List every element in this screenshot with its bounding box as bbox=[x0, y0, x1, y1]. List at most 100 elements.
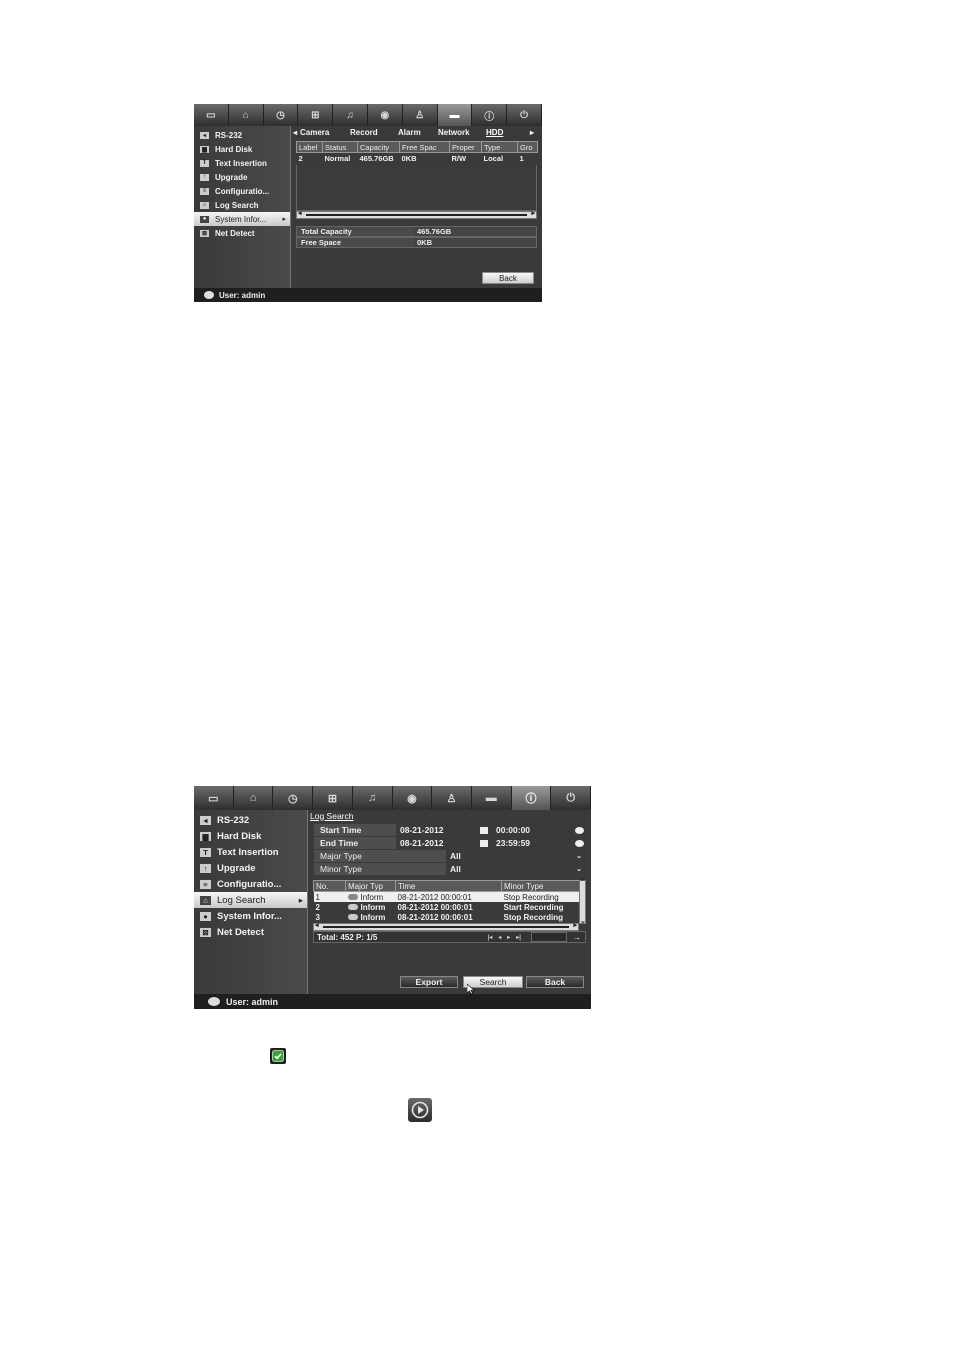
last-page-icon[interactable]: ▸| bbox=[516, 934, 521, 941]
info-icon bbox=[347, 914, 358, 921]
calendar-icon[interactable] bbox=[480, 826, 488, 834]
clock-icon[interactable] bbox=[575, 839, 584, 847]
end-date-field[interactable]: 08-21-2012 bbox=[396, 837, 492, 849]
info-icon[interactable]: ⓘ bbox=[511, 786, 552, 810]
minor-type-row: Minor Type All ⌄ bbox=[314, 863, 586, 875]
back-button[interactable]: Back bbox=[482, 272, 534, 284]
sidebar-item-label: Text Insertion bbox=[215, 158, 267, 168]
tab-scroll-right-icon[interactable]: ▸ bbox=[530, 128, 534, 137]
column-header[interactable]: Time bbox=[395, 880, 502, 892]
column-header[interactable]: Type bbox=[481, 141, 518, 153]
back-button[interactable]: Back bbox=[526, 976, 584, 988]
sidebar-item-net-detect[interactable]: ⊠ Net Detect bbox=[194, 924, 307, 940]
chevron-down-icon[interactable]: ⌄ bbox=[576, 865, 582, 873]
first-page-icon[interactable]: |◂ bbox=[488, 934, 493, 941]
sidebar-item-hard-disk[interactable]: ▆ Hard Disk bbox=[194, 828, 307, 844]
start-date-value: 08-21-2012 bbox=[400, 825, 444, 835]
camera-icon[interactable]: ⌂ bbox=[229, 104, 264, 126]
tab-alarm[interactable]: Alarm bbox=[398, 128, 438, 137]
clock-icon[interactable] bbox=[575, 826, 584, 834]
network-icon[interactable]: ⊞ bbox=[298, 104, 334, 126]
sidebar-item-log-search[interactable]: ⌂ Log Search ▸ bbox=[194, 892, 307, 908]
sidebar-item-configuratio[interactable]: ≡ Configuratio... bbox=[194, 184, 290, 198]
table-cell: Stop Recording bbox=[503, 912, 564, 922]
user-icon[interactable]: ♙ bbox=[403, 104, 438, 126]
calendar-icon[interactable] bbox=[480, 839, 488, 847]
alarm-icon[interactable]: ♫ bbox=[353, 786, 393, 810]
sidebar-item-rs-232[interactable]: ◂ RS-232 bbox=[194, 812, 307, 828]
column-header[interactable]: Status bbox=[322, 141, 358, 153]
table-row[interactable]: 3 Inform 08-21-2012 00:00:01 Stop Recording bbox=[314, 912, 580, 922]
column-header[interactable]: Major Typ bbox=[345, 880, 396, 892]
tab-log-search[interactable]: Log Search bbox=[310, 811, 353, 821]
table-cell: 1 bbox=[519, 153, 524, 163]
chevron-down-icon[interactable]: ⌄ bbox=[576, 852, 582, 860]
column-header[interactable]: Minor Type bbox=[501, 880, 580, 892]
tab-record[interactable]: Record bbox=[350, 128, 398, 137]
power-icon[interactable]: ⏻ bbox=[551, 786, 591, 810]
alarm-icon[interactable]: ♫ bbox=[333, 104, 368, 126]
monitor-icon[interactable]: ▭ bbox=[194, 104, 229, 126]
go-arrow-icon[interactable]: → bbox=[573, 933, 581, 942]
column-header[interactable]: Capacity bbox=[357, 141, 400, 153]
camera-icon[interactable]: ⌂ bbox=[234, 786, 274, 810]
table-row[interactable]: 2 Inform 08-21-2012 00:00:01 Start Recordin… bbox=[314, 902, 580, 912]
scroll-down-icon[interactable]: ⌄ bbox=[580, 917, 586, 925]
export-button[interactable]: Export bbox=[400, 976, 458, 988]
user-icon[interactable]: ♙ bbox=[432, 786, 472, 810]
disk-icon[interactable]: ◉ bbox=[393, 786, 433, 810]
sidebar-item-system-infor[interactable]: ● System Infor... bbox=[194, 908, 307, 924]
end-time-field[interactable]: 23:59:59 bbox=[492, 837, 586, 849]
log-table-vscroll[interactable]: ⌃ ⌄ bbox=[579, 878, 586, 925]
tab-network[interactable]: Network bbox=[438, 128, 486, 137]
column-header[interactable]: Label bbox=[296, 141, 323, 153]
sidebar-item-net-detect[interactable]: ⊠ Net Detect bbox=[194, 226, 290, 240]
network-icon[interactable]: ⊞ bbox=[313, 786, 353, 810]
sidebar-item-text-insertion[interactable]: T Text Insertion bbox=[194, 156, 290, 170]
start-time-field[interactable]: 00:00:00 bbox=[492, 824, 586, 836]
column-header[interactable]: Proper bbox=[449, 141, 482, 153]
scroll-up-icon[interactable]: ⌃ bbox=[580, 878, 586, 886]
column-header[interactable]: Free Spac bbox=[399, 141, 450, 153]
sidebar-item-upgrade[interactable]: ↑ Upgrade bbox=[194, 860, 307, 876]
sidebar-item-hard-disk[interactable]: ▆ Hard Disk bbox=[194, 142, 290, 156]
major-type-select[interactable]: All ⌄ bbox=[446, 850, 586, 862]
scroll-right-icon[interactable]: ▸ bbox=[531, 209, 535, 217]
device-icon[interactable]: ▬ bbox=[472, 786, 512, 810]
hdd-table-scrollbar[interactable]: ◂ ▸ bbox=[296, 209, 537, 219]
main-panel: Log Search Start Time 08-21-2012 00:00:0… bbox=[308, 810, 591, 994]
log-table-scrollbar[interactable]: ◂ ▸ bbox=[313, 921, 579, 931]
prev-page-icon[interactable]: ◂ bbox=[498, 934, 501, 941]
start-date-field[interactable]: 08-21-2012 bbox=[396, 824, 492, 836]
tab-camera[interactable]: Camera bbox=[300, 128, 350, 137]
device-icon[interactable]: ▬ bbox=[437, 104, 473, 126]
info-icon[interactable]: ⓘ bbox=[472, 104, 508, 126]
monitor-icon[interactable]: ▭ bbox=[194, 786, 234, 810]
scroll-right-icon[interactable]: ▸ bbox=[573, 921, 577, 929]
screen-system-info: ▭ ⌂ ◷ ⊞ ♫ ◉ ♙ ▬ ⓘ ⏻ ◂ RS-232 ▆ Hard Disk T Text Insert… bbox=[194, 104, 542, 302]
table-cell: 08-21-2012 00:00:01 bbox=[397, 892, 472, 902]
minor-type-select[interactable]: All ⌄ bbox=[446, 863, 586, 875]
sidebar-item-upgrade[interactable]: ↑ Upgrade bbox=[194, 170, 290, 184]
record-icon[interactable]: ◷ bbox=[273, 786, 314, 810]
scroll-left-icon[interactable]: ◂ bbox=[315, 921, 319, 929]
tab-scroll-left-icon[interactable]: ◂ bbox=[293, 128, 297, 137]
power-icon[interactable]: ⏻ bbox=[507, 104, 542, 126]
sidebar-item-rs-232[interactable]: ◂ RS-232 bbox=[194, 128, 290, 142]
column-header[interactable]: Gro bbox=[517, 141, 538, 153]
record-icon[interactable]: ◷ bbox=[264, 104, 299, 126]
page-input[interactable] bbox=[531, 932, 567, 942]
sidebar-item-text-insertion[interactable]: T Text Insertion bbox=[194, 844, 307, 860]
user-icon bbox=[208, 997, 220, 1006]
table-row[interactable]: 1 Inform 08-21-2012 00:00:01 Stop Recording bbox=[313, 891, 580, 902]
scroll-left-icon[interactable]: ◂ bbox=[298, 209, 302, 217]
sidebar-item-system-infor[interactable]: ● System Infor... ▸ bbox=[194, 212, 290, 226]
next-page-icon[interactable]: ▸ bbox=[507, 934, 510, 941]
sidebar-item-log-search[interactable]: ⌂ Log Search bbox=[194, 198, 290, 212]
table-row[interactable]: 2 Normal 465.76GB 0KB R/W Local 1 bbox=[297, 153, 538, 164]
tab-hdd[interactable]: HDD bbox=[486, 128, 530, 137]
sidebar-item-configuratio[interactable]: ≡ Configuratio... bbox=[194, 876, 307, 892]
column-header[interactable]: No. bbox=[313, 880, 346, 892]
disk-icon[interactable]: ◉ bbox=[368, 104, 403, 126]
upgrade-icon: ↑ bbox=[200, 173, 209, 181]
